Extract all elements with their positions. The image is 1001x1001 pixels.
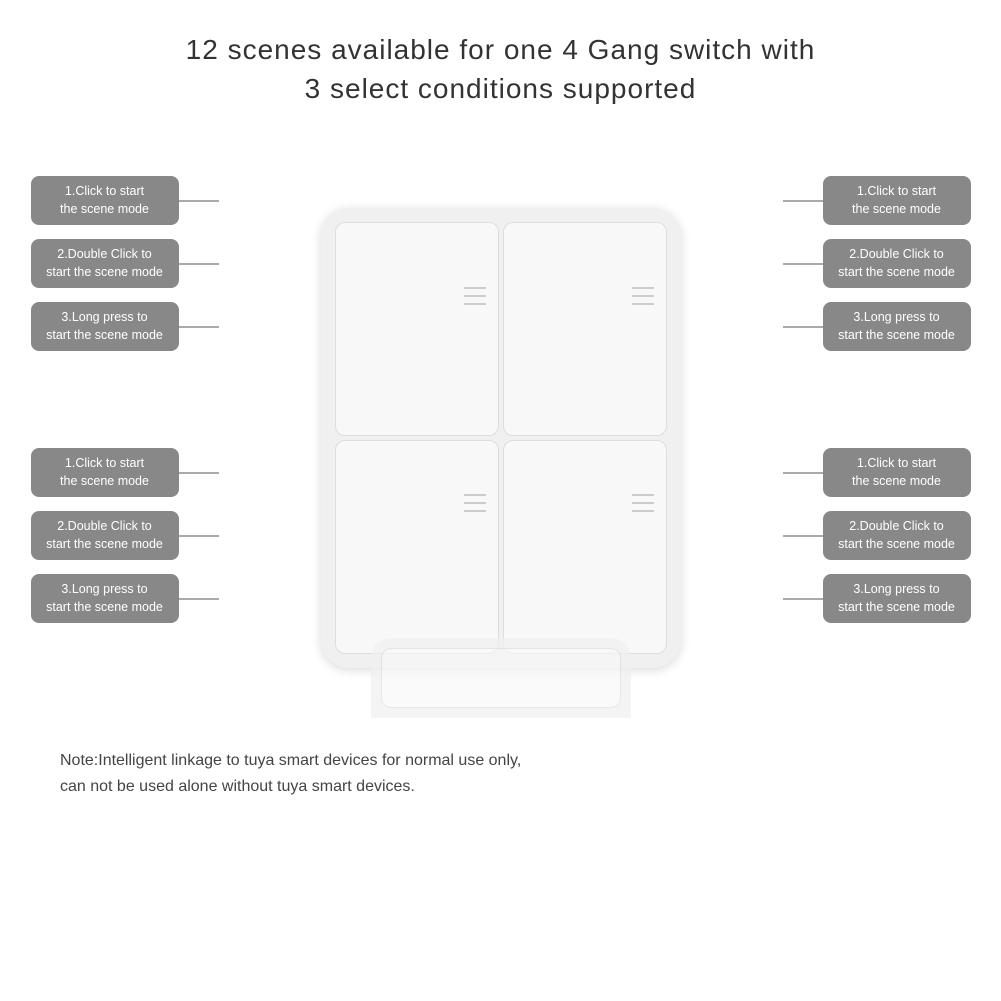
label-pill: 3.Long press to start the scene mode [31,302,179,351]
label-pill: 2.Double Click to start the scene mode [31,511,179,560]
label-pill: 1.Click to start the scene mode [31,448,179,497]
bottom-switch-partial [371,638,631,718]
connector-line [783,598,823,600]
connector-line [179,200,219,202]
connector-line [783,263,823,265]
list-item: 3.Long press to start the scene mode [31,302,219,351]
page-container: 12 scenes available for one 4 Gang switc… [0,0,1001,1001]
connector-line [783,472,823,474]
connector-line [179,326,219,328]
connector-line [179,598,219,600]
list-item: 1.Click to start the scene mode [31,448,219,497]
diagram-area: 1.Click to start the scene mode 2.Double… [21,148,981,728]
right-bottom-group: 1.Click to start the scene mode 2.Double… [783,448,971,623]
list-item: 1.Click to start the scene mode [783,448,971,497]
list-item: 3.Long press to start the scene mode [31,574,219,623]
connector-line [179,263,219,265]
connector-line [783,535,823,537]
list-item: 2.Double Click to start the scene mode [783,511,971,560]
list-item: 2.Double Click to start the scene mode [783,239,971,288]
switch-button-bottom-right[interactable] [503,440,667,654]
right-top-group: 1.Click to start the scene mode 2.Double… [783,176,971,351]
switch-button-bottom-left[interactable] [335,440,499,654]
switch-button-top-left[interactable] [335,222,499,436]
list-item: 2.Double Click to start the scene mode [31,511,219,560]
label-pill: 1.Click to start the scene mode [31,176,179,225]
page-title: 12 scenes available for one 4 Gang switc… [186,30,816,108]
label-pill: 3.Long press to start the scene mode [823,302,971,351]
connector-line [783,326,823,328]
label-pill: 2.Double Click to start the scene mode [823,511,971,560]
list-item: 1.Click to start the scene mode [31,176,219,225]
connector-line [179,472,219,474]
label-pill: 2.Double Click to start the scene mode [823,239,971,288]
list-item: 2.Double Click to start the scene mode [31,239,219,288]
left-bottom-group: 1.Click to start the scene mode 2.Double… [31,448,219,623]
list-item: 3.Long press to start the scene mode [783,574,971,623]
label-pill: 1.Click to start the scene mode [823,176,971,225]
switch-button-top-right[interactable] [503,222,667,436]
list-item: 3.Long press to start the scene mode [783,302,971,351]
left-top-group: 1.Click to start the scene mode 2.Double… [31,176,219,351]
connector-line [179,535,219,537]
connector-line [783,200,823,202]
bottom-switch-inner [381,648,621,708]
note-text: Note:Intelligent linkage to tuya smart d… [20,748,981,799]
label-pill: 3.Long press to start the scene mode [823,574,971,623]
switch-device [321,208,681,668]
label-pill: 1.Click to start the scene mode [823,448,971,497]
label-pill: 2.Double Click to start the scene mode [31,239,179,288]
list-item: 1.Click to start the scene mode [783,176,971,225]
label-pill: 3.Long press to start the scene mode [31,574,179,623]
